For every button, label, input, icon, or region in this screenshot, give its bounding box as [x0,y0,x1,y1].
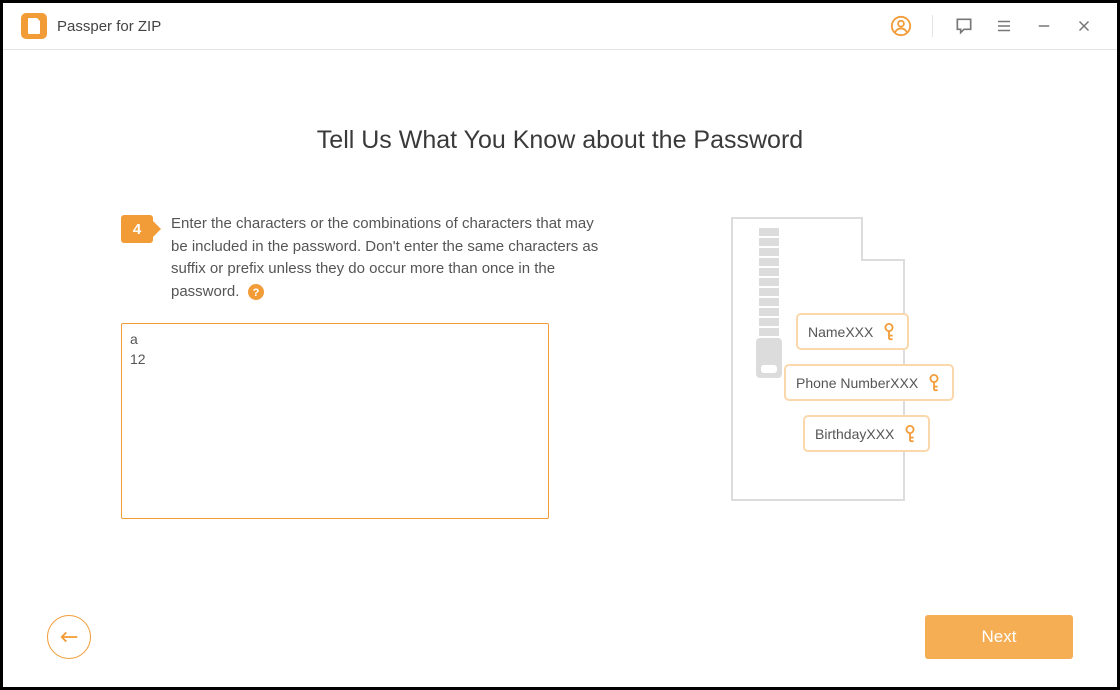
step-badge: 4 [121,215,153,243]
step-description-text: Enter the characters or the combinations… [171,215,598,300]
characters-input[interactable] [121,323,549,519]
menu-icon[interactable] [989,11,1019,41]
minimize-icon[interactable] [1029,11,1059,41]
hint-tag-label: Phone NumberXXX [796,375,918,391]
feedback-icon[interactable] [949,11,979,41]
hint-tag-phone: Phone NumberXXX [784,364,954,401]
zip-file-icon [731,217,905,501]
hint-tag-name: NameXXX [796,313,909,350]
step-description: Enter the characters or the combinations… [171,213,601,303]
back-button[interactable] [47,615,91,659]
app-title: Passper for ZIP [57,18,161,35]
close-icon[interactable] [1069,11,1099,41]
svg-text:?: ? [252,287,259,299]
account-icon[interactable] [886,11,916,41]
next-button[interactable]: Next [925,615,1073,659]
key-icon [902,425,918,443]
key-icon [926,374,942,392]
help-icon[interactable]: ? [248,284,264,300]
app-icon [21,13,47,39]
hint-tag-label: BirthdayXXX [815,426,894,442]
page-heading: Tell Us What You Know about the Password [3,126,1117,155]
key-icon [881,323,897,341]
titlebar: Passper for ZIP [3,3,1117,50]
illustration: NameXXX Phone NumberXXX BirthdayXXX [681,213,1021,524]
hint-tag-birthday: BirthdayXXX [803,415,930,452]
hint-tag-label: NameXXX [808,324,873,340]
